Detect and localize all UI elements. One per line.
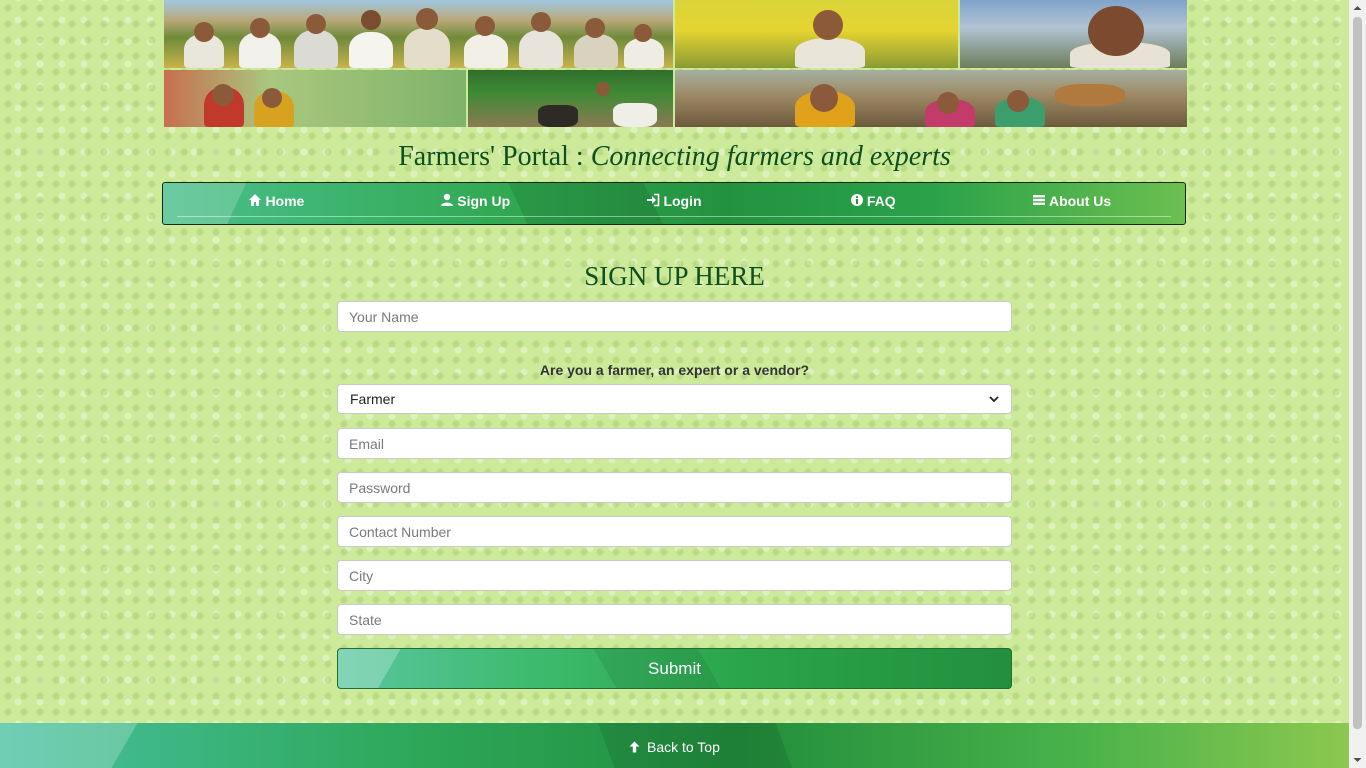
page-title: Farmers' Portal : Connecting farmers and…	[0, 141, 1349, 173]
nav-home-label: Home	[265, 193, 305, 209]
email-input[interactable]	[337, 428, 1012, 459]
state-input[interactable]	[337, 604, 1012, 635]
page: Farmers' Portal : Connecting farmers and…	[0, 0, 1349, 768]
signup-heading: SIGN UP HERE	[584, 261, 765, 291]
footer: Back to Top	[0, 723, 1349, 768]
banner-photo-women-farmers	[675, 70, 1187, 127]
back-to-top-label: Back to Top	[646, 739, 720, 755]
nav-faq-label: FAQ	[866, 193, 896, 209]
scrollbar-thumb[interactable]	[1353, 17, 1362, 729]
banner-photo-group-of-farmers	[164, 0, 673, 68]
password-input[interactable]	[337, 472, 1012, 503]
banner-photo-smiling-farmer	[960, 0, 1187, 68]
main-nav: Home Sign Up Login FAQ About Us	[162, 182, 1186, 225]
site-tagline: Connecting farmers and experts	[590, 141, 951, 172]
nav-about-us[interactable]: About Us	[972, 183, 1171, 217]
role-select[interactable]: Farmer	[337, 384, 1012, 414]
list-icon	[1032, 195, 1045, 205]
submit-button[interactable]: Submit	[337, 648, 1012, 689]
scroll-down-arrow-icon[interactable]	[1349, 751, 1366, 768]
header-banner	[164, 0, 1187, 127]
arrow-up-icon	[629, 741, 640, 753]
city-input[interactable]	[337, 560, 1012, 591]
role-question-label: Are you a farmer, an expert or a vendor?	[539, 362, 810, 378]
login-icon	[647, 193, 660, 207]
site-name: Farmers' Portal :	[398, 141, 584, 172]
banner-photo-farmer-mustard-field	[675, 0, 958, 68]
nav-sign-up-label: Sign Up	[457, 193, 511, 209]
home-icon	[249, 194, 262, 206]
contact-number-input[interactable]	[337, 516, 1012, 547]
user-icon	[441, 193, 454, 206]
banner-photo-ox-ploughing	[468, 70, 673, 127]
name-input[interactable]	[337, 301, 1012, 332]
nav-login-label: Login	[663, 193, 702, 209]
chevron-down-icon	[989, 396, 999, 403]
role-select-value: Farmer	[350, 391, 396, 407]
vertical-scrollbar[interactable]	[1349, 0, 1366, 768]
nav-sign-up[interactable]: Sign Up	[375, 183, 575, 217]
nav-home[interactable]: Home	[177, 183, 376, 217]
nav-about-us-label: About Us	[1048, 193, 1112, 209]
banner-photo-woman-carrying-basket	[164, 70, 466, 127]
info-icon	[850, 194, 863, 206]
scroll-up-arrow-icon[interactable]	[1349, 0, 1366, 17]
nav-login[interactable]: Login	[574, 183, 774, 217]
nav-faq[interactable]: FAQ	[773, 183, 973, 217]
back-to-top-link[interactable]: Back to Top	[0, 739, 1349, 755]
